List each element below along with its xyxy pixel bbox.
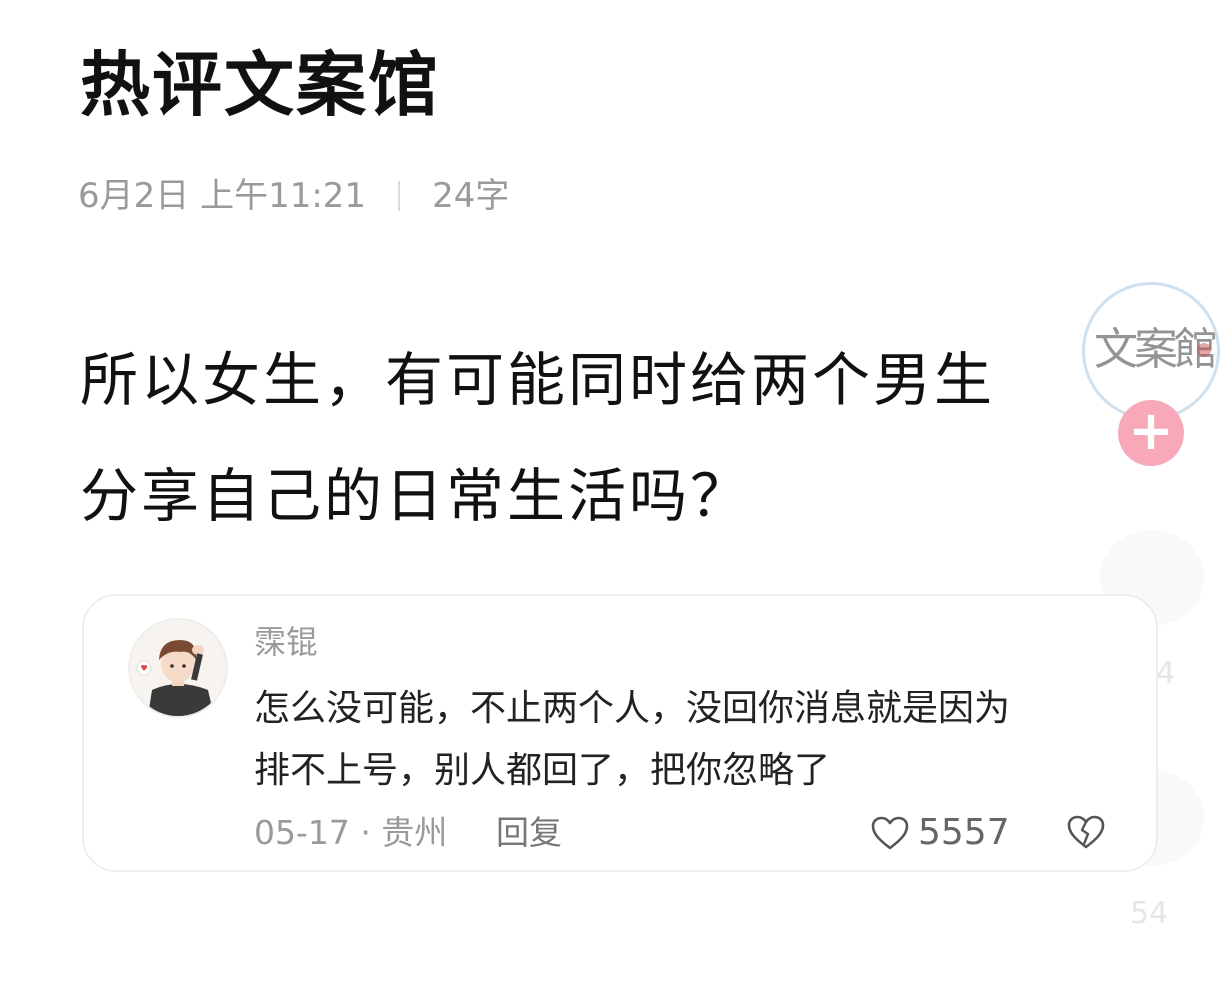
meta-divider [398, 181, 401, 211]
avatar-illustration [130, 620, 226, 716]
post-meta: 6月2日 上午11:21 24字 [78, 174, 509, 218]
post-date: 6月2日 上午11:21 [78, 176, 367, 216]
dislike-button[interactable] [1066, 814, 1106, 862]
like-count: 5557 [918, 812, 1010, 853]
comment-line: 怎么没可能，不止两个人，没回你消息就是因为 [254, 688, 1011, 729]
follow-button[interactable]: + [1118, 400, 1184, 466]
broken-heart-icon [1066, 814, 1106, 862]
heart-icon [870, 815, 910, 851]
commenter-name[interactable]: 霂锟 [254, 622, 318, 662]
question-line: 分享自己的日常生活吗？ [80, 462, 752, 530]
like-button[interactable]: 5557 [870, 810, 1010, 856]
question-text: 所以女生，有可能同时给两个男生 分享自己的日常生活吗？ [80, 322, 1160, 554]
comment-line: 排不上号，别人都回了，把你忽略了 [254, 750, 831, 791]
word-count: 24字 [432, 176, 510, 216]
comment-text: 怎么没可能，不止两个人，没回你消息就是因为 排不上号，别人都回了，把你忽略了 [254, 678, 1124, 802]
question-line: 所以女生，有可能同时给两个男生 [80, 346, 996, 414]
side-comment-count: 54 [1130, 896, 1169, 931]
reply-button[interactable]: 回复 [496, 810, 562, 856]
comment-card: 霂锟 怎么没可能，不止两个人，没回你消息就是因为 排不上号，别人都回了，把你忽略… [82, 594, 1158, 872]
comment-footer: 05-17 · 贵州 回复 5557 [254, 810, 1114, 856]
commenter-avatar[interactable] [128, 618, 228, 718]
page-title: 热评文案馆 [80, 44, 440, 126]
comment-date-location: 05-17 · 贵州 [254, 813, 448, 852]
plus-icon: + [1128, 399, 1174, 462]
seal-mark [1197, 343, 1211, 357]
